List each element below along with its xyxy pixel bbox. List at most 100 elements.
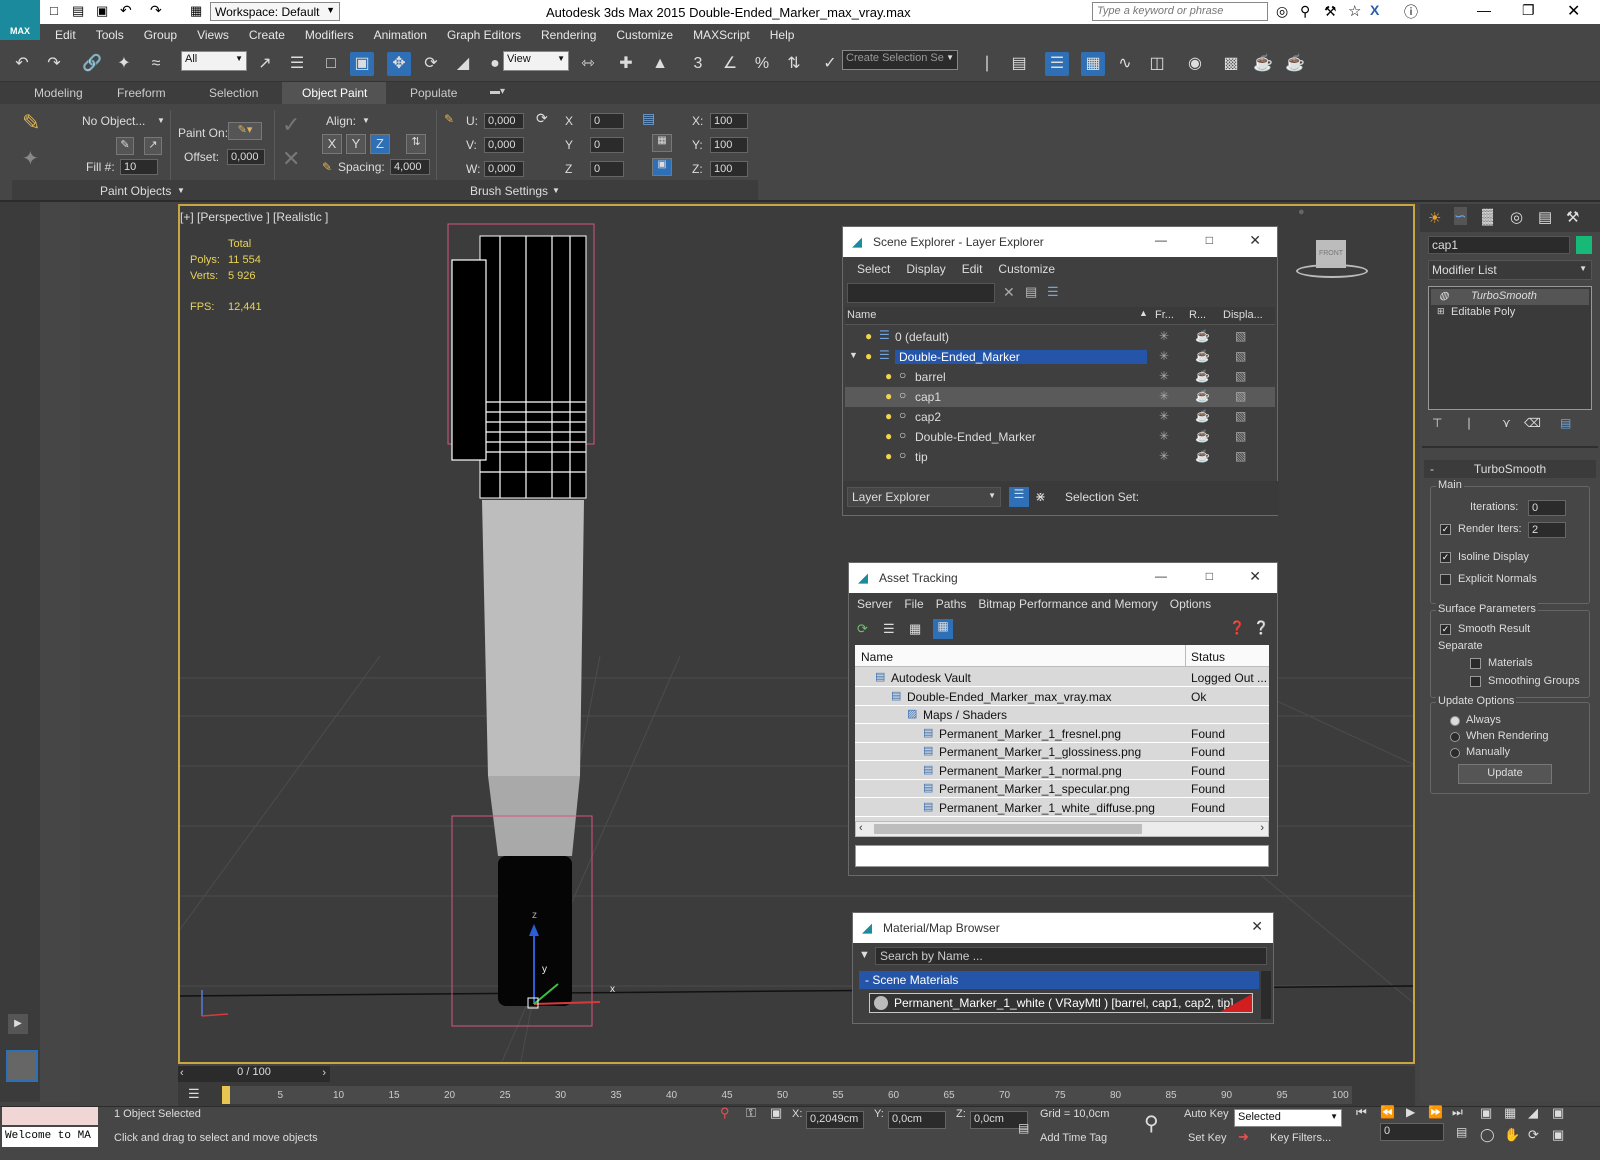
paint-objects-icon[interactable]: ✦ bbox=[22, 146, 50, 174]
scale-lock-icon[interactable]: ▦ bbox=[652, 134, 672, 152]
display-icon[interactable]: ▧ bbox=[1235, 449, 1246, 463]
scene-explorer-filter-input[interactable] bbox=[847, 283, 995, 303]
binoculars-icon[interactable]: ◎ bbox=[1276, 3, 1288, 20]
minimize-button[interactable]: — bbox=[1155, 233, 1167, 247]
tree-view-icon[interactable]: ▦ bbox=[909, 621, 921, 637]
scale-uniform-icon[interactable]: ▣ bbox=[652, 158, 672, 176]
manually-radio[interactable] bbox=[1450, 748, 1460, 758]
rotate-y-spinner[interactable]: 0 bbox=[590, 137, 624, 153]
maximize-viewport-icon[interactable]: ▣ bbox=[1552, 1127, 1564, 1143]
maxscript-listener-input[interactable]: Welcome to MA bbox=[2, 1127, 98, 1147]
scroll-left-icon[interactable]: ‹ bbox=[859, 822, 863, 834]
transform-mode-icon[interactable]: ▣ bbox=[770, 1105, 782, 1121]
orbit-subobject-icon[interactable]: ⟳ bbox=[1528, 1127, 1539, 1143]
browser-options-icon[interactable]: ▼ bbox=[859, 949, 870, 961]
add-time-tag[interactable]: Add Time Tag bbox=[1040, 1121, 1107, 1155]
clear-filter-icon[interactable]: ✕ bbox=[1003, 284, 1015, 301]
schematic-view-icon[interactable]: ◫ bbox=[1145, 52, 1169, 76]
modify-tab-icon[interactable]: ∽ bbox=[1454, 207, 1467, 225]
smooth-result-checkbox[interactable]: ✓ bbox=[1440, 624, 1451, 635]
freeze-icon[interactable]: ✳ bbox=[1159, 389, 1169, 403]
group-paint-objects[interactable]: Paint Objects bbox=[100, 184, 171, 198]
isolate-icon[interactable]: ⚲ bbox=[720, 1105, 730, 1121]
named-selection-set-dropdown[interactable]: Create Selection Se ▼ bbox=[842, 50, 958, 70]
set-key-filter-icon[interactable]: ➜ bbox=[1238, 1129, 1249, 1145]
close-button[interactable]: ✕ bbox=[1251, 918, 1263, 935]
redo-icon[interactable]: ↷ bbox=[150, 2, 162, 19]
tools-icon[interactable]: ⚒ bbox=[1324, 3, 1337, 20]
render-frame-icon[interactable]: ☕ bbox=[1251, 52, 1275, 76]
menu-item[interactable]: Animation bbox=[364, 24, 437, 42]
brush-random-icon[interactable]: ✎ bbox=[444, 112, 454, 126]
tab-object-paint[interactable]: Object Paint bbox=[302, 86, 367, 100]
rotate-x-spinner[interactable]: 0 bbox=[590, 113, 624, 129]
curve-editor-icon[interactable]: ∿ bbox=[1113, 52, 1137, 76]
tab-selection[interactable]: Selection bbox=[209, 86, 258, 100]
create-tab-icon[interactable]: ☀ bbox=[1428, 209, 1441, 227]
freeze-icon[interactable]: ✳ bbox=[1159, 449, 1169, 463]
align-z-button[interactable]: Z bbox=[370, 134, 390, 154]
display-icon[interactable]: ▧ bbox=[1235, 349, 1246, 363]
pick-list-icon[interactable]: ↗ bbox=[144, 137, 162, 155]
render-icon[interactable]: ☕ bbox=[1195, 329, 1210, 343]
menu-item[interactable]: Help bbox=[760, 24, 805, 42]
object-name-field[interactable]: cap1 bbox=[1428, 236, 1570, 254]
asset-row[interactable]: ▤ Permanent_Marker_1_normal.png Found bbox=[855, 762, 1269, 780]
paint-brush-icon[interactable]: ✎ bbox=[22, 110, 50, 138]
display-icon[interactable]: ▧ bbox=[1235, 369, 1246, 383]
minimize-button[interactable]: — bbox=[1477, 2, 1491, 18]
column-name[interactable]: Name bbox=[861, 650, 893, 664]
fill-spinner[interactable]: 10 bbox=[120, 159, 158, 175]
remove-modifier-icon[interactable]: ⌫ bbox=[1524, 416, 1541, 430]
search-input[interactable]: Type a keyword or phrase bbox=[1092, 2, 1268, 21]
pivot-center-icon[interactable]: ⇿ bbox=[576, 52, 600, 76]
hierarchy-tab-icon[interactable]: ▓ bbox=[1482, 208, 1493, 225]
link-icon[interactable]: 🔗 bbox=[80, 52, 104, 76]
material-search-input[interactable]: Search by Name ... bbox=[875, 947, 1267, 965]
move-icon[interactable]: ✥ bbox=[387, 52, 411, 76]
lightbulb-icon[interactable]: ● bbox=[865, 329, 872, 343]
scene-explorer-row[interactable]: ● ○ cap1 ✳ ☕ ▧ bbox=[845, 387, 1275, 407]
pick-object-icon[interactable]: ✎ bbox=[116, 137, 134, 155]
configure-sets-icon[interactable]: ▤ bbox=[1560, 416, 1571, 430]
close-button[interactable]: ✕ bbox=[1567, 1, 1580, 21]
lightbulb-icon[interactable]: ◍ bbox=[1439, 289, 1449, 302]
expand-plus-icon[interactable]: ⊞ bbox=[1437, 306, 1445, 317]
list-view-icon[interactable]: ☰ bbox=[883, 621, 895, 637]
render-icon[interactable]: ☕ bbox=[1195, 429, 1210, 443]
asset-hscrollbar[interactable]: ‹ › bbox=[855, 821, 1269, 837]
show-end-result-icon[interactable]: ∣ bbox=[1466, 416, 1472, 430]
freeze-icon[interactable]: ✳ bbox=[1159, 409, 1169, 423]
key-icon[interactable]: ⚲ bbox=[1300, 3, 1310, 20]
paint-on-dropdown[interactable]: ✎▾ bbox=[228, 122, 262, 140]
menu-item[interactable]: Graph Editors bbox=[437, 24, 531, 42]
scene-explorer-titlebar[interactable]: ◢ Scene Explorer - Layer Explorer — □ ✕ bbox=[843, 227, 1277, 257]
no-object-dropdown[interactable]: No Object... bbox=[82, 114, 145, 128]
render-icon[interactable]: ☕ bbox=[1195, 449, 1210, 463]
scale-y-spinner[interactable]: 100 bbox=[710, 137, 748, 153]
lightbulb-icon[interactable]: ● bbox=[865, 349, 872, 363]
window-crossing-icon[interactable]: ▣ bbox=[350, 52, 374, 76]
scene-explorer-menu-item[interactable]: Display bbox=[906, 262, 945, 276]
hierarchy-icon[interactable]: ⋇ bbox=[1035, 489, 1046, 505]
flip-normal-icon[interactable]: ⇅ bbox=[406, 134, 426, 154]
scroll-thumb[interactable] bbox=[874, 824, 1142, 834]
snaps-toggle-icon[interactable]: 3 bbox=[686, 52, 710, 76]
orbit-icon[interactable]: ◯ bbox=[1480, 1127, 1495, 1143]
keyboard-shortcut-icon[interactable]: ▲ bbox=[648, 52, 672, 76]
pin-stack-icon[interactable]: ⊤ bbox=[1432, 416, 1442, 430]
rotate-icon[interactable]: ⟳ bbox=[536, 110, 548, 127]
tab-freeform[interactable]: Freeform bbox=[117, 86, 166, 100]
angle-snap-icon[interactable]: ∠ bbox=[718, 52, 742, 76]
menu-item[interactable]: Create bbox=[239, 24, 295, 42]
help-icon[interactable]: ⓘ bbox=[1404, 2, 1418, 22]
selection-lock-icon[interactable]: ⚿ bbox=[746, 1105, 756, 1121]
freeze-icon[interactable]: ✳ bbox=[1159, 369, 1169, 383]
menu-item[interactable]: Rendering bbox=[531, 24, 606, 42]
column-status[interactable]: Status bbox=[1191, 650, 1225, 664]
selection-filter-dropdown[interactable]: All ▼ bbox=[181, 51, 247, 71]
render-icon[interactable]: ☕ bbox=[1195, 369, 1210, 383]
maximize-button[interactable]: □ bbox=[1206, 233, 1213, 247]
align-icon[interactable]: ▤ bbox=[1007, 52, 1031, 76]
maximize-button[interactable]: ❐ bbox=[1522, 2, 1535, 19]
